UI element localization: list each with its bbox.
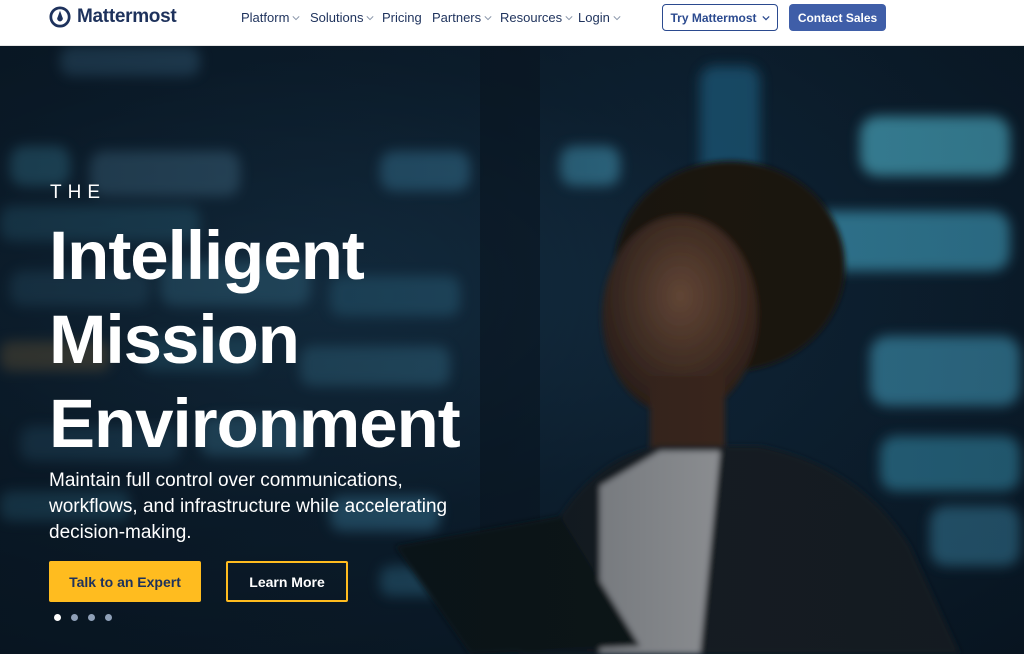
nav-item-partners[interactable]: Partners bbox=[432, 10, 492, 25]
headline-line: Environment bbox=[49, 385, 461, 462]
try-mattermost-label: Try Mattermost bbox=[670, 10, 757, 25]
headline-line: Mission bbox=[49, 301, 300, 378]
contact-sales-button[interactable]: Contact Sales bbox=[789, 4, 886, 31]
nav-item-resources[interactable]: Resources bbox=[500, 10, 573, 25]
nav-item-login[interactable]: Login bbox=[578, 10, 621, 25]
try-mattermost-button[interactable]: Try Mattermost bbox=[662, 4, 778, 31]
carousel-indicators bbox=[54, 614, 112, 621]
carousel-dot[interactable] bbox=[71, 614, 78, 621]
chevron-down-icon bbox=[366, 15, 375, 20]
hero-headline: Intelligent Mission Environment bbox=[49, 214, 509, 466]
carousel-dot[interactable] bbox=[88, 614, 95, 621]
nav-item-label: Platform bbox=[241, 10, 290, 25]
nav-item-solutions[interactable]: Solutions bbox=[310, 10, 375, 25]
hero-section: THE Intelligent Mission Environment Main… bbox=[0, 46, 1024, 654]
nav-item-platform[interactable]: Platform bbox=[241, 10, 300, 25]
contact-sales-label: Contact Sales bbox=[797, 10, 878, 25]
nav-item-label: Partners bbox=[432, 10, 482, 25]
nav-item-label: Resources bbox=[500, 10, 563, 25]
talk-to-expert-button[interactable]: Talk to an Expert bbox=[49, 561, 201, 602]
carousel-dot[interactable] bbox=[54, 614, 61, 621]
learn-more-button[interactable]: Learn More bbox=[226, 561, 348, 602]
carousel-dot[interactable] bbox=[105, 614, 112, 621]
brand-name: Mattermost bbox=[77, 6, 177, 27]
learn-more-label: Learn More bbox=[249, 573, 325, 590]
hero-eyebrow: THE bbox=[50, 182, 106, 203]
brand-logo[interactable]: Mattermost bbox=[49, 5, 177, 29]
chevron-down-icon bbox=[613, 15, 621, 20]
mattermost-logo-icon bbox=[49, 6, 71, 28]
headline-line: Intelligent bbox=[49, 217, 365, 294]
nav-item-pricing[interactable]: Pricing bbox=[382, 10, 422, 25]
hero-subtext: Maintain full control over communication… bbox=[49, 470, 448, 543]
talk-to-expert-label: Talk to an Expert bbox=[69, 573, 181, 590]
chevron-down-icon bbox=[484, 15, 492, 20]
top-navigation: Mattermost Platform Solutions Pricing Pa… bbox=[0, 0, 1024, 46]
nav-item-label: Solutions bbox=[310, 10, 364, 25]
chevron-down-icon bbox=[292, 15, 300, 20]
chevron-down-icon bbox=[761, 15, 770, 20]
nav-item-label: Login bbox=[578, 10, 610, 25]
nav-item-label: Pricing bbox=[382, 10, 422, 25]
chevron-down-icon bbox=[565, 15, 573, 20]
